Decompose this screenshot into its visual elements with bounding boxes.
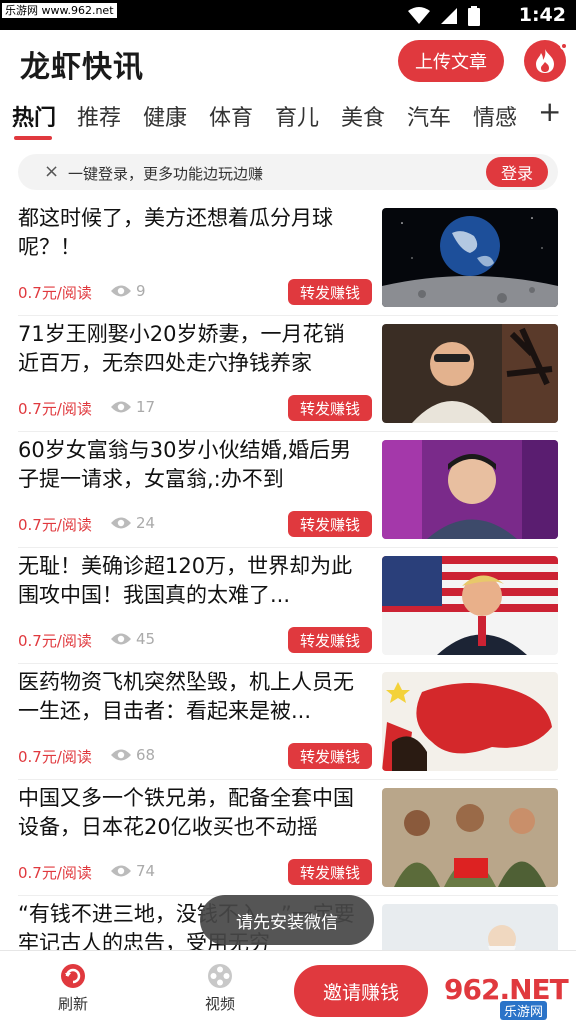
toast-message: 请先安装微信 [200,895,374,945]
elder-painting-image[interactable] [382,904,558,950]
tab-health[interactable]: 健康 [143,100,187,132]
news-feed: 都这时候了，美方还想着瓜分月球呢？！ 0.7元/阅读 9 转发赚钱 71岁王刚娶… [0,200,576,950]
eye-icon [111,285,131,297]
share-earn-button[interactable]: 转发赚钱 [288,627,372,653]
reward-rate: 0.7元/阅读 [18,864,92,882]
view-count: 17 [136,398,156,416]
watermark-label: 乐游网 www.962.net [2,3,117,18]
view-count: 24 [136,514,156,532]
close-icon[interactable]: × [44,161,59,182]
eye-icon [111,749,131,761]
status-bar: 乐游网 www.962.net 1:42 [0,0,576,30]
category-tabs: 热门 推荐 健康 体育 育儿 美食 汽车 情感 + [0,92,576,142]
app-header: 龙虾快讯 上传文章 [0,30,576,92]
share-earn-button[interactable]: 转发赚钱 [288,511,372,537]
invite-earn-button[interactable]: 邀请赚钱 [294,965,428,1017]
earth-from-moon-image[interactable] [382,208,558,307]
tab-hot[interactable]: 热门 [12,100,56,132]
notification-dot [560,42,568,50]
share-earn-button[interactable]: 转发赚钱 [288,743,372,769]
eye-icon [111,865,131,877]
video-label: 视频 [204,995,235,1013]
login-banner: × 一键登录，更多功能边玩边赚 登录 [18,154,558,190]
list-item[interactable]: 60岁女富翁与30岁小伙结婚,婚后男子提一请求，女富翁,:办不到 0.7元/阅读… [0,432,576,548]
share-earn-button[interactable]: 转发赚钱 [288,279,372,305]
article-title[interactable]: 无耻！美确诊超120万，世界却为此围攻中国！我国真的太难了... [18,552,364,610]
article-title[interactable]: 71岁王刚娶小20岁娇妻，一月花销近百万，无奈四处走穴挣钱养家 [18,320,364,378]
flame-icon [536,49,554,73]
list-item[interactable]: 医药物资飞机突然坠毁，机上人员无一生还，目击者：看起来是被... 0.7元/阅读… [0,664,576,780]
app-title: 龙虾快讯 [20,50,144,85]
tab-food[interactable]: 美食 [341,100,385,132]
wifi-icon [408,7,430,24]
battery-icon [468,6,480,26]
tab-parenting[interactable]: 育儿 [275,100,319,132]
tab-auto[interactable]: 汽车 [407,100,451,132]
soldiers-group-image[interactable] [382,788,558,887]
eye-icon [111,517,131,529]
watermark-site-name: 乐游网 [500,1001,548,1020]
reward-rate: 0.7元/阅读 [18,400,92,418]
reward-rate: 0.7元/阅读 [18,284,92,302]
politician-at-podium-image[interactable] [382,556,558,655]
refresh-icon [61,964,85,988]
red-map-poster-image[interactable] [382,672,558,771]
add-tab-button[interactable]: + [538,98,561,126]
list-item[interactable]: 71岁王刚娶小20岁娇妻，一月花销近百万，无奈四处走穴挣钱养家 0.7元/阅读 … [0,316,576,432]
man-in-studio-image[interactable] [382,324,558,423]
article-title[interactable]: 中国又多一个铁兄弟，配备全套中国设备，日本花20亿收买也不动摇 [18,784,364,842]
login-prompt-text: 一键登录，更多功能边玩边赚 [68,165,264,183]
signal-icon [441,8,457,24]
reward-rate: 0.7元/阅读 [18,632,92,650]
article-title[interactable]: 60岁女富翁与30岁小伙结婚,婚后男子提一请求，女富翁,:办不到 [18,436,364,494]
eye-icon [111,633,131,645]
view-count: 45 [136,630,156,648]
list-item[interactable]: 中国又多一个铁兄弟，配备全套中国设备，日本花20亿收买也不动摇 0.7元/阅读 … [0,780,576,896]
refresh-tab[interactable]: 刷新 [33,963,113,1014]
view-count: 74 [136,862,156,880]
upload-article-button[interactable]: 上传文章 [398,40,504,82]
article-title[interactable]: 都这时候了，美方还想着瓜分月球呢？！ [18,204,364,262]
tab-recommend[interactable]: 推荐 [77,100,121,132]
article-title[interactable]: 医药物资飞机突然坠毁，机上人员无一生还，目击者：看起来是被... [18,668,364,726]
status-icons [408,6,480,26]
share-earn-button[interactable]: 转发赚钱 [288,859,372,885]
film-reel-icon [208,964,232,988]
site-watermark: 962.NET 乐游网 [440,969,572,1021]
bottom-nav: 刷新 视频 邀请赚钱 962.NET 乐游网 [0,950,576,1024]
tab-emotion[interactable]: 情感 [473,100,517,132]
view-count: 9 [136,282,146,300]
view-count: 68 [136,746,156,764]
refresh-label: 刷新 [57,995,88,1013]
login-button[interactable]: 登录 [486,157,548,187]
video-tab[interactable]: 视频 [180,963,260,1014]
list-item[interactable]: 都这时候了，美方还想着瓜分月球呢？！ 0.7元/阅读 9 转发赚钱 [0,200,576,316]
share-earn-button[interactable]: 转发赚钱 [288,395,372,421]
active-tab-indicator [14,136,52,140]
young-man-on-stage-image[interactable] [382,440,558,539]
reward-rate: 0.7元/阅读 [18,748,92,766]
list-item[interactable]: 无耻！美确诊超120万，世界却为此围攻中国！我国真的太难了... 0.7元/阅读… [0,548,576,664]
reward-rate: 0.7元/阅读 [18,516,92,534]
eye-icon [111,401,131,413]
status-time: 1:42 [518,4,566,26]
tab-sports[interactable]: 体育 [209,100,253,132]
